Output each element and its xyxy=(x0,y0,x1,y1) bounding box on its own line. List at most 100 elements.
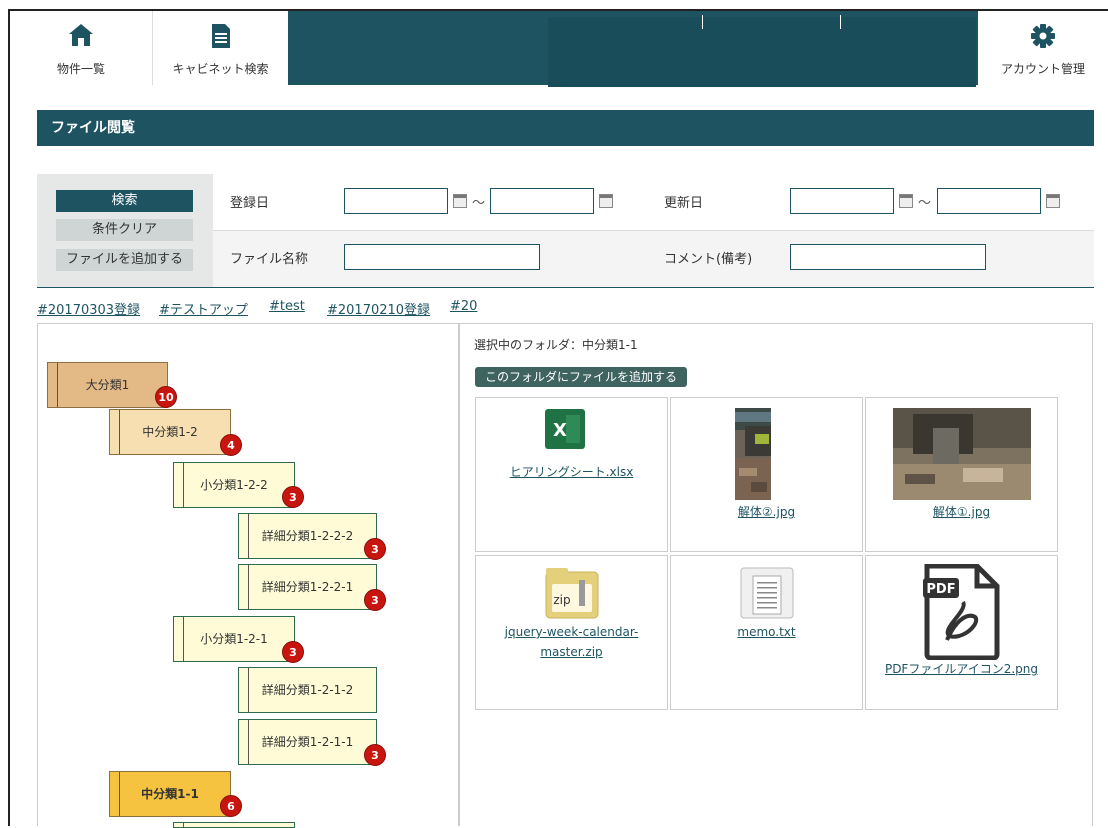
node-stripe xyxy=(248,514,249,558)
node-stripe xyxy=(57,363,58,407)
comment-label: コメント(備考) xyxy=(664,252,753,267)
search-row-dates: 登録日 ～ 更新日 ～ xyxy=(213,174,1094,231)
file-link[interactable]: 解体①.jpg xyxy=(874,502,1049,522)
tree-node-small-1-2-2[interactable]: 小分類1-2-2 xyxy=(173,462,295,508)
tree-node-detail-1-2-1-1[interactable]: 詳細分類1-2-1-1 xyxy=(238,719,377,765)
file-card[interactable]: X ヒアリングシート.xlsx xyxy=(475,397,668,552)
tab-label: キャビネット検索 xyxy=(172,62,269,76)
node-label: 詳細分類1-2-1-2 xyxy=(261,683,354,697)
photo-thumbnail xyxy=(893,408,1031,504)
excel-letter: X xyxy=(553,420,567,441)
file-card[interactable]: PDF PDFファイルアイコン2.png xyxy=(865,555,1058,710)
node-stripe xyxy=(248,668,249,712)
node-label: 中分類1-1 xyxy=(141,787,199,801)
tree-node-medium-1-2[interactable]: 中分類1-2 xyxy=(109,409,231,455)
text-file-icon xyxy=(739,566,795,624)
gear-icon xyxy=(1030,23,1056,52)
add-file-button[interactable]: ファイルを追加する xyxy=(56,249,193,271)
registered-date-label: 登録日 xyxy=(230,196,270,211)
node-label: 大分類1 xyxy=(85,378,130,392)
tree-node-detail-1-2-2-1[interactable]: 詳細分類1-2-2-1 xyxy=(238,564,377,610)
pdf-label: PDF xyxy=(926,582,955,597)
tree-node-detail-1-2-2-2[interactable]: 詳細分類1-2-2-2 xyxy=(238,513,377,559)
range-separator: ～ xyxy=(918,196,932,211)
file-card[interactable]: 解体①.jpg xyxy=(865,397,1058,552)
top-nav: 物件一覧 キャビネット検索 アカウント管理 xyxy=(10,11,1108,87)
node-label: 詳細分類1-2-1-1 xyxy=(261,735,354,749)
count-badge: 4 xyxy=(220,434,242,456)
node-stripe xyxy=(248,720,249,764)
updated-date-label: 更新日 xyxy=(664,196,704,211)
zip-label: zip xyxy=(553,593,570,607)
range-separator: ～ xyxy=(472,196,486,211)
count-badge: 10 xyxy=(155,386,177,408)
tag-link[interactable]: #20170210登録 xyxy=(327,299,430,318)
excel-icon: X xyxy=(544,408,586,454)
clear-conditions-button[interactable]: 条件クリア xyxy=(56,219,193,241)
file-link[interactable]: jquery-week-calendar-master.zip xyxy=(484,622,659,662)
count-badge: 3 xyxy=(364,744,386,766)
tree-node-large-1[interactable]: 大分類1 xyxy=(47,362,168,408)
filename-label: ファイル名称 xyxy=(230,252,309,267)
file-card[interactable]: memo.txt xyxy=(670,555,863,710)
window-top-margin xyxy=(0,0,1108,9)
selected-folder-text: 選択中のフォルダ：中分類1-1 xyxy=(474,338,638,352)
calendar-icon[interactable] xyxy=(1046,194,1060,208)
tag-link[interactable]: #20170303登録 xyxy=(37,299,140,318)
pdf-icon: PDF xyxy=(921,563,1001,664)
count-badge: 3 xyxy=(364,589,386,611)
folder-tree: 大分類1 10 中分類1-2 4 小分類1-2-2 3 詳細分類1-2-2-2 … xyxy=(37,323,459,828)
registered-to-input[interactable] xyxy=(490,188,594,214)
search-panel: 検索 条件クリア ファイルを追加する 登録日 ～ 更新日 ～ ファイル名称 コメ… xyxy=(37,174,1094,288)
node-label: 詳細分類1-2-2-2 xyxy=(261,529,354,543)
count-badge: 6 xyxy=(220,795,242,817)
photo-thumbnail xyxy=(735,408,771,504)
tab-label: 物件一覧 xyxy=(56,62,105,76)
search-button[interactable]: 検索 xyxy=(56,190,193,212)
node-stripe xyxy=(248,565,249,609)
filename-input[interactable] xyxy=(344,244,540,270)
calendar-icon[interactable] xyxy=(599,194,613,208)
calendar-icon[interactable] xyxy=(899,194,913,208)
tree-node-medium-1-1[interactable]: 中分類1-1 xyxy=(109,771,231,817)
node-label: 詳細分類1-2-2-1 xyxy=(261,580,354,594)
file-link[interactable]: memo.txt xyxy=(679,622,854,642)
nav-divider xyxy=(840,15,841,29)
tab-cabinet-search[interactable]: キャビネット検索 xyxy=(153,11,288,85)
tab-account-management[interactable]: アカウント管理 xyxy=(978,11,1108,85)
tag-link[interactable]: #20 xyxy=(450,299,477,314)
add-file-to-folder-button[interactable]: このフォルダにファイルを追加する xyxy=(475,367,688,387)
node-stripe xyxy=(119,772,120,816)
home-icon xyxy=(68,23,94,50)
tab-property-list[interactable]: 物件一覧 xyxy=(10,11,153,85)
window-border-left xyxy=(8,10,10,826)
search-row-text: ファイル名称 コメント(備考) xyxy=(213,231,1094,287)
node-stripe xyxy=(183,463,184,507)
file-card[interactable]: zip jquery-week-calendar-master.zip xyxy=(475,555,668,710)
count-badge: 3 xyxy=(282,486,304,508)
registered-from-input[interactable] xyxy=(344,188,448,214)
file-card[interactable]: 解体②.jpg xyxy=(670,397,863,552)
node-stripe xyxy=(183,617,184,661)
tree-node-partial[interactable] xyxy=(173,822,295,828)
nav-divider xyxy=(702,15,703,29)
updated-from-input[interactable] xyxy=(790,188,894,214)
node-stripe xyxy=(183,823,184,827)
node-stripe xyxy=(119,410,120,454)
tag-link[interactable]: #test xyxy=(269,299,305,314)
file-link[interactable]: ヒアリングシート.xlsx xyxy=(484,462,659,482)
node-label: 中分類1-2 xyxy=(142,425,198,439)
tag-link[interactable]: #テストアップ xyxy=(159,299,248,318)
count-badge: 3 xyxy=(282,641,304,663)
file-panel: 選択中のフォルダ：中分類1-1 このフォルダにファイルを追加する X ヒアリング… xyxy=(459,323,1093,826)
comment-input[interactable] xyxy=(790,244,986,270)
nav-banner-block xyxy=(548,17,976,87)
calendar-icon[interactable] xyxy=(453,194,467,208)
node-label: 小分類1-2-2 xyxy=(200,478,268,492)
tree-node-detail-1-2-1-2[interactable]: 詳細分類1-2-1-2 xyxy=(238,667,377,713)
file-link[interactable]: PDFファイルアイコン2.png xyxy=(874,659,1049,679)
updated-to-input[interactable] xyxy=(937,188,1041,214)
tree-node-small-1-2-1[interactable]: 小分類1-2-1 xyxy=(173,616,295,662)
count-badge: 3 xyxy=(364,538,386,560)
file-link[interactable]: 解体②.jpg xyxy=(679,502,854,522)
